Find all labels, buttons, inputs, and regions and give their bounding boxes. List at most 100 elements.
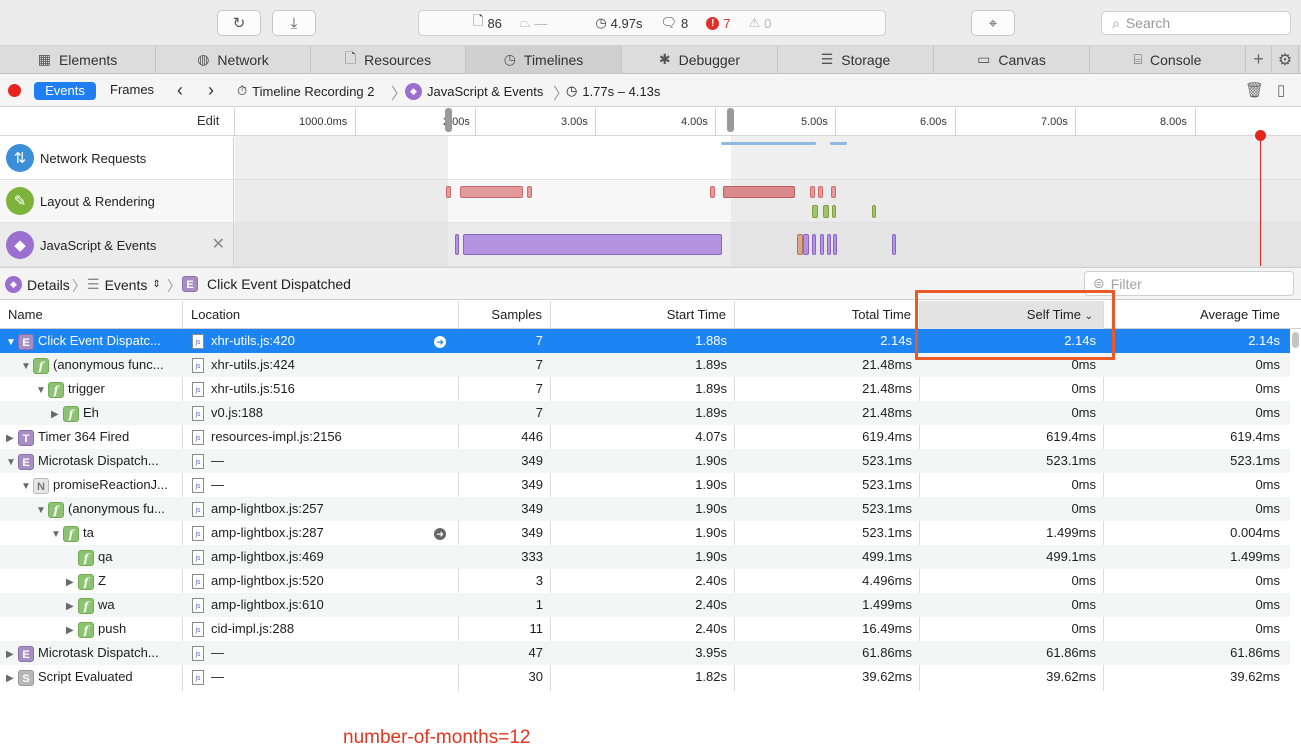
location-link[interactable]: xhr-utils.js:424 xyxy=(211,357,295,372)
forward-arrow-icon[interactable]: › xyxy=(208,80,214,101)
column-header-average-time[interactable]: Average Time xyxy=(1104,301,1288,329)
disclosure-triangle-icon[interactable]: ▶ xyxy=(66,571,78,593)
warnings-count[interactable]: ⚠ 0 xyxy=(748,15,771,31)
table-row[interactable]: ▼ f trigger js xhr-utils.js:516 7 1.89s 21.48ms… xyxy=(0,377,1290,401)
go-to-source-button[interactable]: ➜ xyxy=(434,329,448,353)
location-link[interactable]: xhr-utils.js:420 xyxy=(211,333,295,348)
go-to-source-button[interactable]: ➜ xyxy=(434,521,448,545)
table-row[interactable]: ▶ S Script Evaluated js — 30 1.82s 39.62ms 39.62… xyxy=(0,665,1290,689)
view-mode-selector[interactable]: ☰ Events ⇕ xyxy=(87,276,161,293)
call-tree-table: ▼ E Click Event Dispatc... js xhr-utils.js:4… xyxy=(0,329,1301,689)
disclosure-triangle-icon[interactable]: ▶ xyxy=(6,643,18,665)
location-link[interactable]: amp-lightbox.js:610 xyxy=(211,597,324,612)
location-link[interactable]: cid-impl.js:288 xyxy=(211,621,294,636)
edit-tracks-button[interactable]: Edit xyxy=(197,113,219,128)
disclosure-triangle-icon[interactable]: ▶ xyxy=(6,427,18,449)
inspect-button[interactable]: ⌖ xyxy=(971,10,1015,36)
location-link[interactable]: xhr-utils.js:516 xyxy=(211,381,295,396)
table-row[interactable]: ▶ T Timer 364 Fired js resources-impl.js:215… xyxy=(0,425,1290,449)
selection-start-handle[interactable] xyxy=(445,108,452,132)
status-summary[interactable]: 🗋 86 ⏢ — ◷ 4.97s 🗨 8 ! 7 ⚠ 0 xyxy=(418,10,886,36)
location-link[interactable]: — xyxy=(211,645,224,660)
errors-count[interactable]: ! 7 xyxy=(706,16,730,31)
tab-elements[interactable]: ▦ Elements xyxy=(0,46,156,73)
new-tab-button[interactable]: + xyxy=(1246,46,1272,73)
column-header-location[interactable]: Location xyxy=(183,301,459,329)
disclosure-triangle-icon[interactable]: ▶ xyxy=(66,595,78,617)
breadcrumb-track[interactable]: ◆ JavaScript & Events xyxy=(405,83,543,100)
breadcrumb-recording[interactable]: ⏱ Timeline Recording 2 xyxy=(237,83,375,99)
resources-count[interactable]: 🗋 86 xyxy=(473,12,502,34)
settings-button[interactable]: ⚙ xyxy=(1272,46,1299,73)
back-arrow-icon[interactable]: ‹ xyxy=(177,80,183,101)
location-link[interactable]: — xyxy=(211,669,224,684)
timeline-ruler[interactable]: Edit 1000.0ms 2.00s 3.00s 4.00s 5.00s 6.… xyxy=(0,108,1301,136)
disclosure-triangle-icon[interactable]: ▼ xyxy=(36,379,48,401)
function-name: ta xyxy=(83,525,94,540)
details-crumb-event[interactable]: E Click Event Dispatched xyxy=(182,276,351,292)
search-input[interactable]: ⌕ Search xyxy=(1101,11,1291,35)
table-row[interactable]: ▶ f Zjs amp-lightbox.js:520 3 2.40s 4.496ms 0ms… xyxy=(0,569,1290,593)
disclosure-triangle-icon[interactable]: ▼ xyxy=(6,331,18,353)
disclosure-triangle-icon[interactable]: ▶ xyxy=(51,403,63,425)
events-mode-button[interactable]: Events xyxy=(34,82,96,100)
selection-end-handle[interactable] xyxy=(727,108,734,132)
table-row[interactable]: ▼ f (anonymous fu... js amp-lightbox.js:257 3… xyxy=(0,497,1290,521)
tab-resources[interactable]: 🗋 Resources xyxy=(311,46,466,73)
column-header-total-time[interactable]: Total Time xyxy=(735,301,920,329)
location-link[interactable]: amp-lightbox.js:257 xyxy=(211,501,324,516)
close-icon[interactable]: ✕ xyxy=(212,234,225,254)
disclosure-triangle-icon[interactable]: ▼ xyxy=(21,475,33,497)
location-link[interactable]: amp-lightbox.js:287 xyxy=(211,525,324,540)
disclosure-triangle-icon[interactable]: ▼ xyxy=(36,499,48,521)
crosshair-icon: ⌖ xyxy=(988,14,998,32)
record-button[interactable] xyxy=(8,84,21,97)
column-header-start-time[interactable]: Start Time xyxy=(551,301,735,329)
table-row[interactable]: ▼ NpromiseReactionJ... js — 349 1.90s 523.1ms 0… xyxy=(0,473,1290,497)
table-row[interactable]: ▶ f push js cid-impl.js:288 11 2.40s 16.49ms 0ms… xyxy=(0,617,1290,641)
tab-timelines[interactable]: ◷ Timelines xyxy=(466,46,622,73)
location-link[interactable]: resources-impl.js:2156 xyxy=(211,429,342,444)
tab-canvas[interactable]: ▭ Canvas xyxy=(934,46,1090,73)
frames-mode-button[interactable]: Frames xyxy=(110,82,154,97)
js-file-icon: js xyxy=(192,670,204,686)
disclosure-triangle-icon[interactable]: ▶ xyxy=(6,667,18,689)
download-button[interactable]: ⤓ xyxy=(272,10,316,36)
function-name: promiseReactionJ... xyxy=(53,477,168,492)
name-cell: ▶ T Timer 364 Fired xyxy=(6,425,176,449)
playhead-marker[interactable] xyxy=(1255,130,1266,141)
disclosure-triangle-icon[interactable]: ▼ xyxy=(6,451,18,473)
tab-debugger[interactable]: ✱ Debugger xyxy=(622,46,778,73)
location-link[interactable]: — xyxy=(211,477,224,492)
table-row[interactable]: ▼ E Microtask Dispatch... js — 349 1.90s 523.1m… xyxy=(0,449,1290,473)
tab-storage[interactable]: ☰ Storage xyxy=(778,46,934,73)
column-header-name[interactable]: Name xyxy=(0,301,183,329)
sidebar-toggle-icon[interactable]: ▯ xyxy=(1277,81,1285,99)
vertical-scrollbar[interactable] xyxy=(1292,332,1299,348)
filter-input[interactable]: ⊜ Filter xyxy=(1084,271,1294,296)
breadcrumb-range[interactable]: ◷ 1.77s – 4.13s xyxy=(566,83,660,99)
disclosure-triangle-icon[interactable]: ▼ xyxy=(21,355,33,377)
resource-weight[interactable]: ⏢ — xyxy=(520,15,547,31)
details-crumb[interactable]: ◆ Details xyxy=(5,276,70,293)
disclosure-triangle-icon[interactable]: ▶ xyxy=(66,619,78,641)
table-row[interactable]: ▶ f Eh js v0.js:188 7 1.89s 21.48ms 0ms 0ms xyxy=(0,401,1290,425)
column-header-samples[interactable]: Samples xyxy=(459,301,551,329)
reload-button[interactable]: ↻ xyxy=(217,10,261,36)
location-link[interactable]: amp-lightbox.js:520 xyxy=(211,573,324,588)
js-file-icon: js xyxy=(192,598,204,614)
tab-console[interactable]: ⌸ Console xyxy=(1090,46,1246,73)
table-row[interactable]: f qa js amp-lightbox.js:469 333 1.90s 499.1ms 4… xyxy=(0,545,1290,569)
location-link[interactable]: v0.js:188 xyxy=(211,405,263,420)
load-time[interactable]: ◷ 4.97s xyxy=(595,15,642,31)
tab-network[interactable]: ◍ Network xyxy=(156,46,311,73)
location-link[interactable]: — xyxy=(211,453,224,468)
table-row[interactable]: ▶ E Microtask Dispatch... js — 47 3.95s 61.86ms… xyxy=(0,641,1290,665)
disclosure-triangle-icon[interactable]: ▼ xyxy=(51,523,63,545)
location-link[interactable]: amp-lightbox.js:469 xyxy=(211,549,324,564)
logs-count[interactable]: 🗨 8 xyxy=(660,15,688,31)
table-row[interactable]: ▼ f ta js amp-lightbox.js:287 ➜ 349 1.90s 523.1m… xyxy=(0,521,1290,545)
location-cell: js cid-impl.js:288 xyxy=(192,617,452,641)
table-row[interactable]: ▶ f wa js amp-lightbox.js:610 1 2.40s 1.499ms 0m… xyxy=(0,593,1290,617)
clear-recording-icon[interactable]: 🗑 xyxy=(1245,81,1264,99)
